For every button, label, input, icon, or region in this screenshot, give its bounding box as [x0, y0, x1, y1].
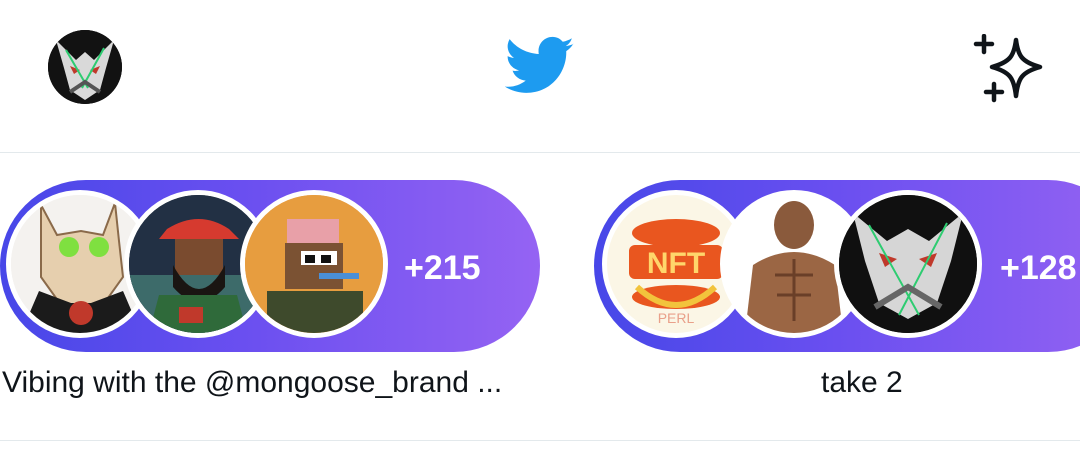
space-listener-count: +128	[1000, 249, 1077, 287]
space-participant-avatar	[834, 190, 982, 338]
svg-text:NFT: NFT	[647, 247, 705, 280]
space-title[interactable]: Vibing with the @mongoose_brand ...	[2, 366, 502, 400]
twitter-bird-icon[interactable]	[505, 36, 575, 96]
profile-avatar-icon[interactable]	[48, 30, 122, 104]
svg-text:PERL: PERL	[658, 310, 695, 326]
sparkle-icon[interactable]	[970, 34, 1046, 104]
section-divider	[0, 440, 1080, 441]
header-divider	[0, 152, 1080, 153]
space-listener-count: +215	[404, 249, 481, 287]
space-participant-avatar	[240, 190, 388, 338]
top-bar	[0, 0, 1080, 152]
space-title[interactable]: take 2	[821, 366, 903, 400]
